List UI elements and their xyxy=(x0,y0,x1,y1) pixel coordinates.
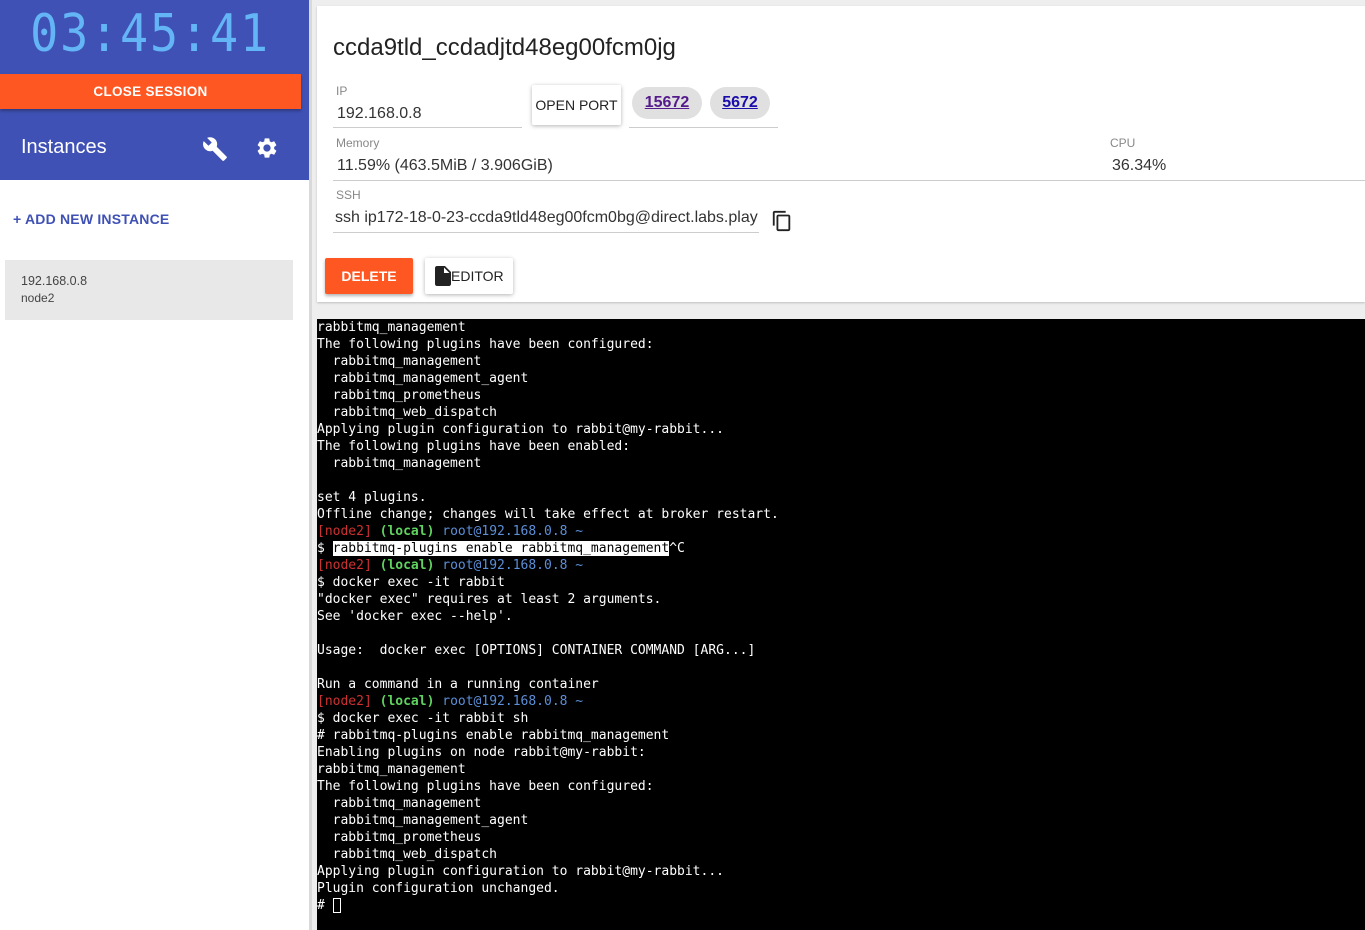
memory-value: 11.59% (463.5MiB / 3.906GiB) xyxy=(337,157,553,174)
ip-underline xyxy=(333,127,522,128)
ssh-underline xyxy=(333,232,759,233)
ip-value: 192.168.0.8 xyxy=(337,105,422,122)
terminal-output-block: $ docker exec -it rabbit sh # rabbitmq-pl… xyxy=(317,710,1365,897)
terminal-line: Applying plugin configuration to rabbit@… xyxy=(317,422,724,437)
terminal-line: Run a command in a running container xyxy=(317,677,599,692)
memory-underline xyxy=(333,180,1365,181)
terminal-line: The following plugins have been configur… xyxy=(317,337,654,352)
add-new-instance-button[interactable]: + ADD NEW INSTANCE xyxy=(13,211,169,227)
terminal-line: rabbitmq_management xyxy=(317,762,466,777)
terminal-line: Enabling plugins on node rabbit@my-rabbi… xyxy=(317,745,646,760)
terminal-prompt: [node2] (local) root@192.168.0.8 ~ xyxy=(317,558,584,573)
port-link-15672[interactable]: 15672 xyxy=(632,87,702,119)
terminal-line: rabbitmq_web_dispatch xyxy=(317,405,498,420)
terminal-output-block: $ docker exec -it rabbit "docker exec" re… xyxy=(317,574,1365,693)
instance-ip: 192.168.0.8 xyxy=(21,274,88,288)
terminal-input-line[interactable]: # xyxy=(317,897,1365,914)
terminal-line: "docker exec" requires at least 2 argume… xyxy=(317,592,662,607)
terminal-output-block: rabbitmq_management The following plugins… xyxy=(317,319,1365,523)
terminal-line: Applying plugin configuration to rabbit@… xyxy=(317,864,724,879)
instance-title: ccda9tld_ccdadjtd48eg00fcm0jg xyxy=(333,34,676,61)
wrench-icon[interactable] xyxy=(202,136,228,162)
selected-command: rabbitmq-plugins enable rabbitmq_managem… xyxy=(332,541,670,556)
terminal-line: Plugin configuration unchanged. xyxy=(317,881,560,896)
terminal-line: rabbitmq_management xyxy=(317,796,482,811)
terminal-line: Offline change; changes will take effect… xyxy=(317,507,779,522)
terminal-command-line: $ rabbitmq-plugins enable rabbitmq_manag… xyxy=(317,541,685,556)
sidebar: 03:45:41 CLOSE SESSION Instances + ADD N… xyxy=(0,0,310,930)
memory-label: Memory xyxy=(336,136,380,150)
editor-button[interactable]: EDITOR xyxy=(425,258,513,294)
terminal-line: rabbitmq_management_agent xyxy=(317,371,529,386)
instance-list-item[interactable]: 192.168.0.8 node2 xyxy=(5,260,293,320)
sidebar-divider xyxy=(309,0,312,930)
ip-label: IP xyxy=(336,84,348,98)
copy-icon[interactable] xyxy=(771,209,793,233)
terminal-line: rabbitmq_management xyxy=(317,354,482,369)
terminal[interactable]: rabbitmq_management The following plugins… xyxy=(317,319,1365,930)
terminal-prompt: [node2] (local) root@192.168.0.8 ~ xyxy=(317,524,584,539)
terminal-line: The following plugins have been configur… xyxy=(317,779,654,794)
instance-name: node2 xyxy=(21,291,55,305)
terminal-line: set 4 plugins. xyxy=(317,490,427,505)
terminal-line: Usage: docker exec [OPTIONS] CONTAINER C… xyxy=(317,643,756,658)
close-session-button[interactable]: CLOSE SESSION xyxy=(0,74,301,109)
instance-card: ccda9tld_ccdadjtd48eg00fcm0jg IP 192.168… xyxy=(317,6,1365,302)
terminal-line: The following plugins have been enabled: xyxy=(317,439,631,454)
cpu-label: CPU xyxy=(1110,136,1136,150)
open-port-button[interactable]: OPEN PORT xyxy=(532,85,621,125)
session-timer: 03:45:41 xyxy=(30,4,270,64)
gear-icon[interactable] xyxy=(255,136,279,160)
terminal-line: See 'docker exec --help'. xyxy=(317,609,513,624)
terminal-prompt: [node2] (local) root@192.168.0.8 ~ xyxy=(317,694,584,709)
terminal-line: # rabbitmq-plugins enable rabbitmq_manag… xyxy=(317,728,670,743)
ssh-label: SSH xyxy=(336,188,361,202)
terminal-line: rabbitmq_management xyxy=(317,456,482,471)
ports-underline xyxy=(629,127,778,128)
file-icon xyxy=(435,266,451,286)
ssh-value: ssh ip172-18-0-23-ccda9tld48eg00fcm0bg@d… xyxy=(335,209,758,226)
terminal-line: $ docker exec -it rabbit sh xyxy=(317,711,529,726)
delete-button[interactable]: DELETE xyxy=(325,258,413,294)
terminal-line: rabbitmq_prometheus xyxy=(317,388,482,403)
sidebar-header: 03:45:41 CLOSE SESSION Instances xyxy=(0,0,310,180)
cpu-value: 36.34% xyxy=(1112,157,1167,174)
terminal-line: rabbitmq_prometheus xyxy=(317,830,482,845)
terminal-line: rabbitmq_web_dispatch xyxy=(317,847,498,862)
editor-label: EDITOR xyxy=(451,268,504,284)
terminal-cursor xyxy=(332,898,341,913)
port-link-5672[interactable]: 5672 xyxy=(710,87,770,119)
terminal-line: rabbitmq_management_agent xyxy=(317,813,529,828)
terminal-line: $ docker exec -it rabbit xyxy=(317,575,505,590)
terminal-line: rabbitmq_management xyxy=(317,320,466,335)
instances-title: Instances xyxy=(21,136,107,158)
